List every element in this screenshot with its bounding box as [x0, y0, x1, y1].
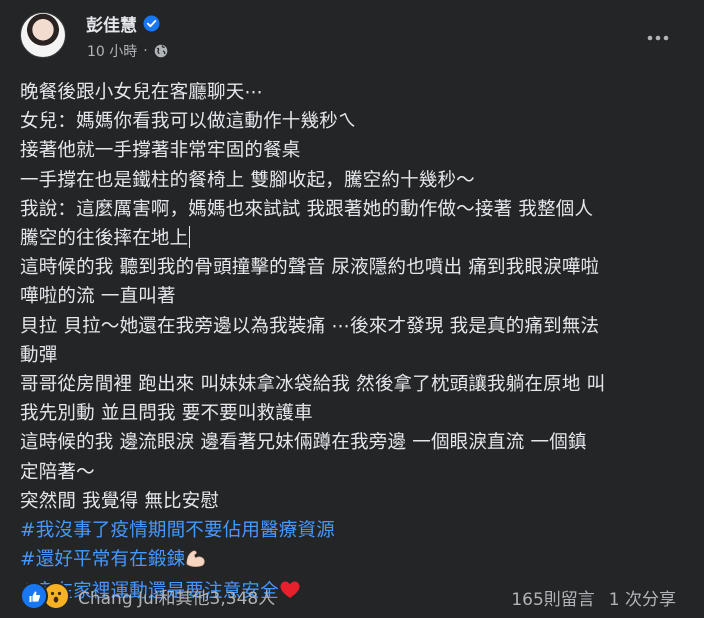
post-line: 接著他就一手撐著非常牢固的餐桌 — [20, 140, 301, 162]
comments-count[interactable]: 165則留言 — [511, 585, 594, 610]
post-line: 這時候的我 聽到我的骨頭撞擊的聲音 尿液隱約也噴出 痛到我眼淚嘩啦 — [20, 257, 600, 279]
author-row: 彭佳慧 — [86, 10, 160, 36]
post-line: 一手撐在也是鐵柱的餐椅上 雙腳收起，騰空約十幾秒～ — [20, 169, 475, 191]
post-line: 我先別動 並且問我 要不要叫救護車 — [20, 403, 313, 425]
post-line: 這時候的我 邊流眼淚 邊看著兄妹倆蹲在我旁邊 一個眼淚直流 一個鎮 — [20, 432, 587, 454]
hashtag-link[interactable]: #還好平常有在鍛鍊 — [20, 549, 185, 570]
globe-icon[interactable] — [154, 44, 168, 58]
post-line: 我說：這麼厲害啊，媽媽也來試試 我跟著她的動作做～接著 我整個人 — [20, 198, 594, 220]
post-line: 貝拉 貝拉～她還在我旁邊以為我裝痛 ⋯後來才發現 我是真的痛到無法 — [20, 315, 600, 337]
author-name[interactable]: 彭佳慧 — [86, 11, 137, 36]
post-line: 突然間 我覺得 無比安慰 — [20, 490, 220, 512]
post-line: 定陪著～ — [20, 461, 95, 483]
more-options-icon — [647, 35, 669, 41]
hashtag-line: #我沒事了疫情期間不要佔用醫療資源 — [20, 516, 680, 545]
avatar[interactable] — [20, 12, 66, 58]
post-line: 女兒：媽媽你看我可以做這動作十幾秒ㄟ — [20, 111, 357, 133]
text-cursor — [189, 226, 191, 249]
facebook-post: 彭佳慧 10 小時 · 晚餐後跟小女兒在客廳聊天⋯ 女兒：媽媽你看我可以做這動作… — [0, 0, 704, 618]
flexed-biceps-emoji — [185, 548, 207, 577]
post-line: 動彈 — [20, 344, 58, 366]
engagement-stats: 165則留言 1 次分享 — [511, 585, 676, 610]
shares-count[interactable]: 1 次分享 — [609, 585, 676, 610]
verified-badge-icon — [143, 15, 160, 32]
post-meta: 10 小時 · — [87, 40, 168, 62]
post-line: 哥哥從房間裡 跑出來 叫妹妹拿冰袋給我 然後拿了枕頭讓我躺在原地 叫 — [20, 374, 606, 396]
more-options-button[interactable] — [642, 24, 674, 52]
reactions-summary[interactable]: Chang Jui和其他3,348人 — [20, 582, 275, 610]
stats-spacer — [595, 585, 609, 610]
post-line: 騰空的往後摔在地上 — [20, 228, 189, 250]
reactions-count[interactable]: Chang Jui和其他3,348人 — [78, 584, 275, 609]
post-line: 嘩啦的流 一直叫著 — [20, 286, 176, 308]
hashtag-line: #還好平常有在鍛鍊 — [20, 545, 680, 577]
post-footer: Chang Jui和其他3,348人 165則留言 1 次分享 — [0, 578, 704, 618]
post-line: 晚餐後跟小女兒在客廳聊天⋯ — [20, 82, 264, 103]
post-timestamp[interactable]: 10 小時 — [87, 41, 137, 61]
post-text: 晚餐後跟小女兒在客廳聊天⋯ 女兒：媽媽你看我可以做這動作十幾秒ㄟ 接著他就一手撐… — [20, 78, 680, 610]
meta-separator: · — [143, 43, 148, 59]
like-reaction-icon — [20, 582, 48, 610]
hashtag-link[interactable]: #我沒事了疫情期間不要佔用醫療資源 — [20, 520, 335, 541]
post-line-with-caret: 騰空的往後摔在地上 — [20, 224, 680, 253]
